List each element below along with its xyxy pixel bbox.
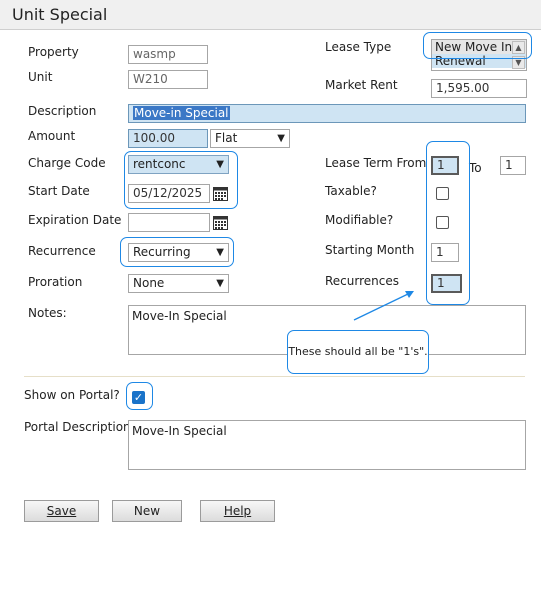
market-rent-label: Market Rent [325,78,398,92]
expiration-date-field[interactable] [128,213,210,232]
taxable-label: Taxable? [325,184,377,198]
unit-field[interactable]: W210 [128,70,208,89]
annotation-ring-ones-column [426,141,470,305]
recurrence-label: Recurrence [28,244,96,258]
proration-select[interactable]: None ▼ [128,274,229,293]
help-button[interactable]: Help [200,500,275,522]
help-button-label: Help [223,504,252,518]
save-button-label: Save [46,504,77,518]
description-selected-text: Move-in Special [133,106,230,120]
chevron-down-icon: ▼ [277,133,285,144]
show-on-portal-label: Show on Portal? [24,388,120,402]
start-date-label: Start Date [28,184,90,198]
annotation-ring-lease-type [423,32,532,59]
section-divider [24,376,525,377]
calendar-icon[interactable] [213,215,228,230]
annotation-arrow [353,291,414,321]
annotation-ring-show-on-portal [126,382,153,410]
new-button[interactable]: New [112,500,182,522]
unit-label: Unit [28,70,53,84]
annotation-callout-text: These should all be "1's". [288,345,428,358]
title-bar: Unit Special [0,0,541,30]
starting-month-label: Starting Month [325,243,415,257]
market-rent-field[interactable]: 1,595.00 [431,79,527,98]
lease-term-to-label: To [469,161,482,175]
amount-type-value: Flat [215,131,238,145]
chevron-down-icon: ▼ [216,278,224,289]
modifiable-label: Modifiable? [325,213,394,227]
charge-code-label: Charge Code [28,156,106,170]
new-button-label: New [133,504,161,518]
lease-term-from-label: Lease Term From [325,156,427,170]
lease-term-to-field[interactable]: 1 [500,156,526,175]
amount-type-select[interactable]: Flat ▼ [210,129,290,148]
amount-field[interactable]: 100.00 [128,129,208,148]
description-label: Description [28,104,97,118]
proration-label: Proration [28,275,83,289]
annotation-ring-charge-code-start-date [124,151,238,209]
portal-description-label: Portal Description [24,420,131,434]
notes-label: Notes: [28,306,67,320]
expiration-date-label: Expiration Date [28,213,122,227]
description-field[interactable]: Move-in Special [128,104,526,123]
save-button[interactable]: Save [24,500,99,522]
lease-type-label: Lease Type [325,40,392,54]
annotation-callout: These should all be "1's". [287,330,429,374]
annotation-ring-recurrence [120,237,234,267]
portal-description-textarea[interactable]: Move-In Special [128,420,526,470]
window-title: Unit Special [12,5,108,24]
property-field[interactable]: wasmp [128,45,208,64]
proration-value: None [133,276,165,290]
amount-label: Amount [28,129,76,143]
property-label: Property [28,45,79,59]
